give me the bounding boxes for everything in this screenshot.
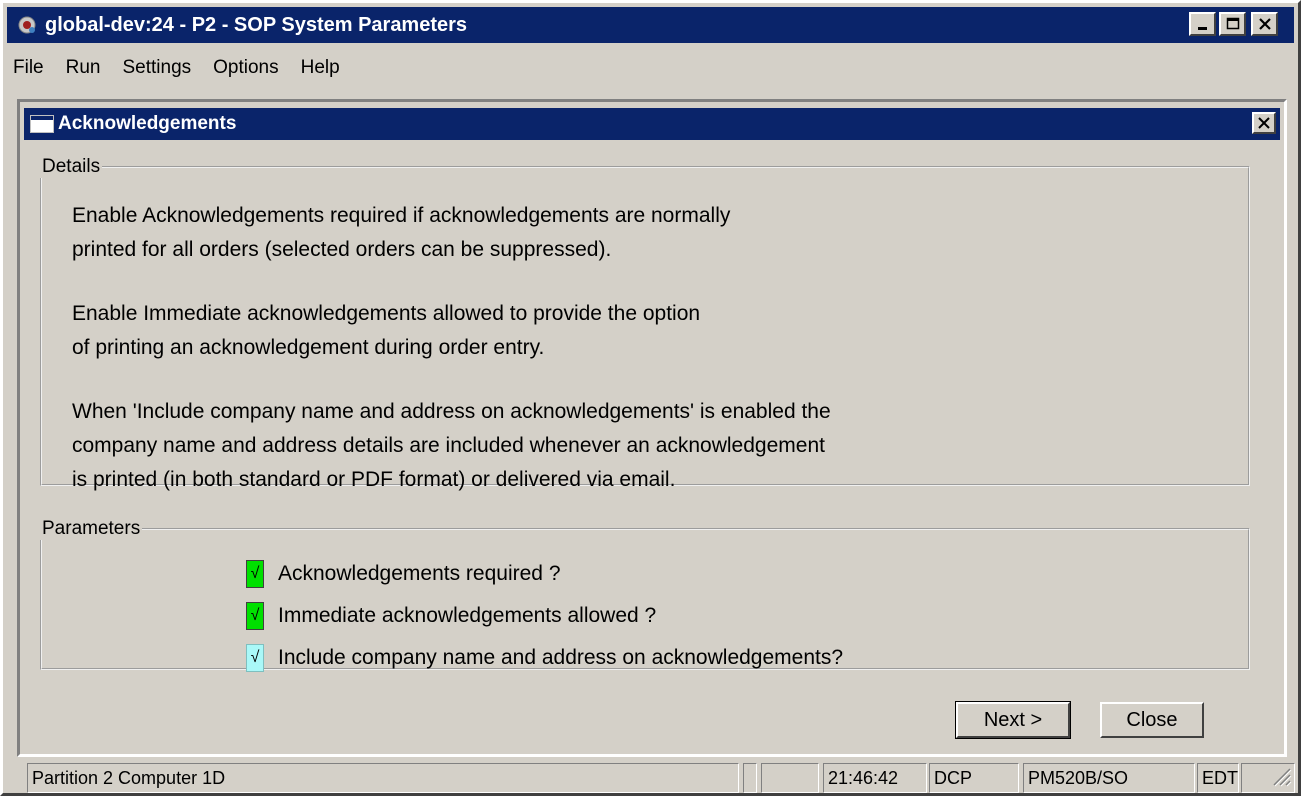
status-edit: EDT: [1197, 763, 1239, 793]
details-legend: Details: [42, 156, 101, 177]
dialog-title-bar[interactable]: Acknowledgements: [24, 108, 1280, 140]
include-company-name-checkbox[interactable]: √: [246, 644, 264, 672]
parameters-group: Parameters √ Acknowledgements required ?…: [40, 518, 1250, 672]
details-text-line: printed for all orders (selected orders …: [72, 238, 612, 261]
include-company-name-label: Include company name and address on ackn…: [278, 646, 844, 669]
acknowledgements-dialog: Acknowledgements Details Enable Acknowle…: [17, 99, 1287, 757]
close-icon: [1258, 18, 1271, 30]
maximize-icon: [1226, 17, 1239, 30]
status-partition: Partition 2 Computer 1D: [27, 763, 739, 793]
status-empty-panel: [743, 763, 757, 793]
details-text-line: company name and address details are inc…: [72, 434, 825, 457]
resize-grip-icon[interactable]: [1270, 765, 1294, 789]
details-text-line: is printed (in both standard or PDF form…: [72, 468, 676, 491]
next-button[interactable]: Next >: [955, 701, 1071, 739]
window-title-bar[interactable]: global-dev:24 - P2 - SOP System Paramete…: [7, 7, 1294, 43]
menu-settings[interactable]: Settings: [122, 57, 191, 87]
menu-bar: File Run Settings Options Help: [13, 57, 340, 87]
menu-run[interactable]: Run: [66, 57, 101, 87]
maximize-button[interactable]: [1219, 12, 1246, 36]
param-row-immediate-acknowledgements: √ Immediate acknowledgements allowed ?: [246, 602, 656, 630]
status-empty-panel: [761, 763, 819, 793]
status-program: PM520B/SO: [1023, 763, 1195, 793]
immediate-acknowledgements-label: Immediate acknowledgements allowed ?: [278, 604, 657, 627]
minimize-icon: [1197, 27, 1207, 30]
acknowledgements-required-label: Acknowledgements required ?: [278, 562, 561, 585]
param-row-acknowledgements-required: √ Acknowledgements required ?: [246, 560, 561, 588]
acknowledgements-required-checkbox[interactable]: √: [246, 560, 264, 588]
parameters-legend: Parameters: [42, 518, 141, 539]
param-row-include-company-name: √ Include company name and address on ac…: [246, 644, 843, 672]
menu-help[interactable]: Help: [301, 57, 340, 87]
dialog-title: Acknowledgements: [58, 113, 237, 134]
details-text-line: When 'Include company name and address o…: [72, 400, 831, 423]
window-icon: [30, 115, 54, 133]
close-window-button[interactable]: [1251, 12, 1278, 36]
details-text-line: Enable Immediate acknowledgements allowe…: [72, 302, 701, 325]
menu-options[interactable]: Options: [213, 57, 278, 87]
details-group: Details Enable Acknowledgements required…: [40, 156, 1250, 491]
application-window: global-dev:24 - P2 - SOP System Paramete…: [0, 0, 1301, 796]
menu-file[interactable]: File: [13, 57, 44, 87]
close-button[interactable]: Close: [1100, 702, 1204, 738]
details-text-line: Enable Acknowledgements required if ackn…: [72, 204, 731, 227]
status-mode: DCP: [929, 763, 1019, 793]
immediate-acknowledgements-checkbox[interactable]: √: [246, 602, 264, 630]
details-text-line: of printing an acknowledgement during or…: [72, 336, 545, 359]
close-icon: [1258, 117, 1270, 129]
dialog-close-button[interactable]: [1252, 112, 1276, 134]
minimize-button[interactable]: [1189, 12, 1216, 36]
window-title: global-dev:24 - P2 - SOP System Paramete…: [45, 13, 468, 36]
status-time: 21:46:42: [823, 763, 927, 793]
app-logo-icon: [15, 13, 39, 37]
